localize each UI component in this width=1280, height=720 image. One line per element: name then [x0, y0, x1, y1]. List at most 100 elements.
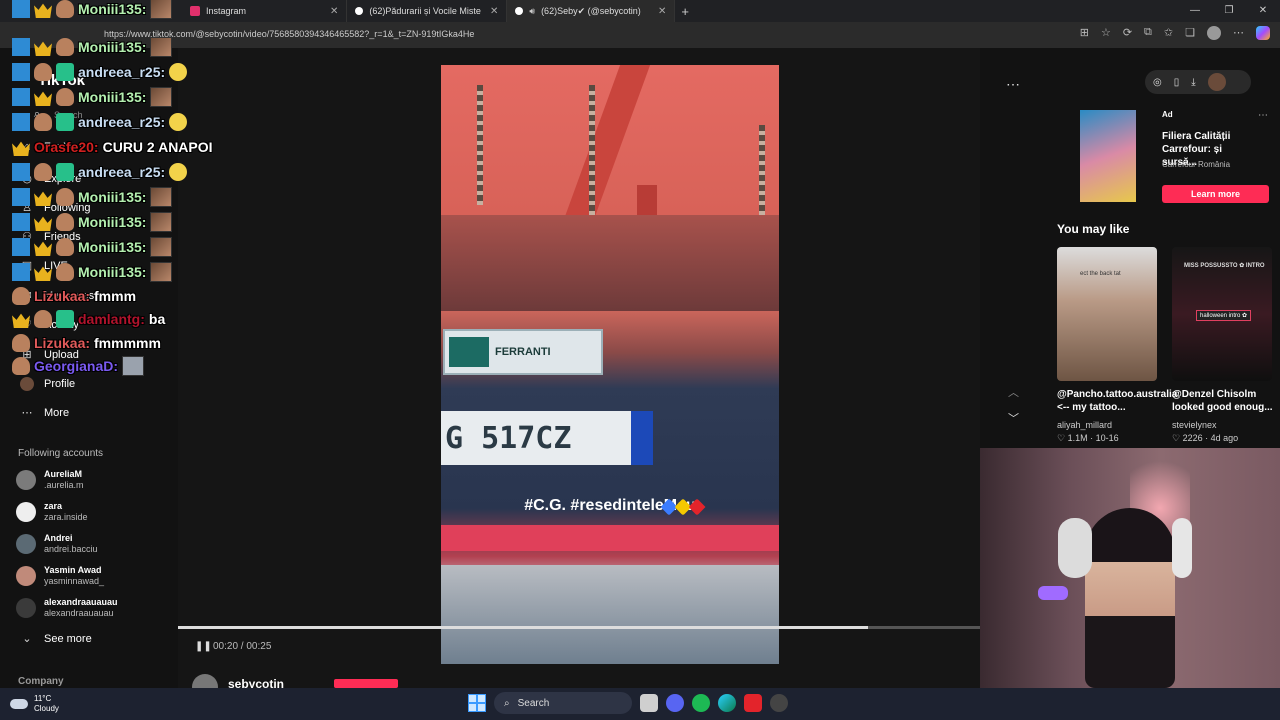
obs-icon[interactable]	[770, 694, 788, 712]
speaker-icon[interactable]: 🔊︎	[529, 6, 535, 17]
rec-overlay-text: ect the back tat	[1080, 271, 1121, 277]
copilot-icon[interactable]	[1256, 26, 1270, 40]
coins-icon[interactable]: ◎	[1153, 77, 1162, 88]
account-handle: alexandraauauau	[44, 608, 114, 618]
more-icon: ⋯	[21, 407, 33, 419]
gift-badge-icon	[56, 163, 74, 181]
chat-message: damlantg: ba	[12, 308, 165, 330]
follow-button[interactable]	[334, 679, 398, 688]
close-icon[interactable]: ✕	[490, 6, 498, 17]
download-icon[interactable]: ⤓	[1191, 77, 1195, 88]
account-name: alexandraauauau	[44, 597, 118, 607]
emote-icon	[150, 237, 173, 257]
emote-icon	[150, 37, 173, 57]
rec-overlay-text: MISS POSSUSSTO ✿ INTRO	[1184, 263, 1265, 269]
close-window-icon[interactable]: ✕	[1246, 0, 1280, 22]
rec-user[interactable]: aliyah_millard	[1057, 420, 1112, 430]
chat-username: andreea_r25:	[78, 164, 166, 180]
video-player[interactable]: FERRANTI G 517CZ #C.G. #resedinteleMeu	[441, 65, 779, 664]
ad-thumbnail[interactable]	[1080, 110, 1136, 202]
following-account[interactable]: zara zara.inside	[16, 501, 88, 523]
video-caption: #C.G. #resedinteleMeu	[441, 497, 779, 515]
edge-icon[interactable]	[718, 694, 736, 712]
windows-start-icon[interactable]	[468, 694, 486, 712]
emote-icon	[150, 212, 173, 232]
favorites-icon[interactable]: ✩	[1164, 26, 1173, 40]
discord-icon[interactable]	[666, 694, 684, 712]
weather-widget[interactable]: 11°C Cloudy	[10, 694, 59, 714]
device-icon[interactable]: ▯	[1174, 77, 1180, 88]
recommended-video-thumbnail[interactable]	[1057, 247, 1157, 381]
crown-badge-icon	[34, 241, 52, 256]
rec-title[interactable]: @Pancho.tattoo.australia <-- my tattoo..…	[1057, 388, 1177, 414]
weather-temp: 11°C	[34, 694, 52, 703]
learn-more-button[interactable]: Learn more	[1162, 185, 1269, 203]
see-more-link[interactable]: ⌄ See more	[20, 632, 91, 646]
rec-user[interactable]: stevielynex	[1172, 420, 1217, 430]
tab-padurarii[interactable]: (62)Pădurarii și Vocile Misterioase ✕	[347, 0, 508, 22]
sub-badge-icon	[34, 310, 52, 328]
sub-badge-icon	[56, 238, 74, 256]
emote-icon	[150, 187, 173, 207]
gift-badge-icon	[56, 310, 74, 328]
rec-title[interactable]: @Denzel Chisolm looked good enoug...	[1172, 388, 1276, 414]
close-icon[interactable]: ✕	[658, 6, 666, 17]
mod-badge-icon	[12, 0, 30, 18]
spotify-icon[interactable]	[692, 694, 710, 712]
video-progress-bar[interactable]	[178, 626, 980, 629]
following-account[interactable]: Yasmin Awad yasminnawad_	[16, 565, 104, 587]
app-icon[interactable]	[744, 694, 762, 712]
sub-badge-icon	[56, 38, 74, 56]
taskbar-search-label: Search	[517, 697, 550, 709]
menu-dots-icon[interactable]: ⋯	[1233, 26, 1244, 40]
extensions-icon[interactable]: ⧉	[1144, 26, 1152, 40]
search-icon: ⌕	[504, 697, 510, 709]
refresh-icon[interactable]: ⟳	[1123, 26, 1132, 40]
you-may-like-heading: You may like	[1057, 222, 1130, 236]
collections-icon[interactable]: ❏	[1185, 26, 1195, 40]
profile-icon	[20, 377, 34, 391]
avatar	[16, 566, 36, 586]
next-video-icon[interactable]: ﹀	[1008, 410, 1019, 426]
chat-message: andreea_r25:	[12, 161, 188, 183]
nav-more[interactable]: ⋯ More	[20, 406, 70, 420]
more-options-icon[interactable]: ⋯	[1006, 76, 1020, 93]
crown-badge-icon	[34, 266, 52, 281]
license-plate: G 517CZ	[441, 411, 631, 465]
chat-message: Orasfe20: CURU 2 ANAPOI	[12, 136, 213, 158]
ferranti-text: FERRANTI	[495, 346, 551, 358]
tab-label: (62)Seby✔ (@sebycotin)'s	[541, 5, 642, 16]
chat-message: Moniii135:	[12, 236, 173, 258]
new-tab-button[interactable]: +	[681, 4, 689, 19]
close-icon[interactable]: ✕	[330, 6, 338, 17]
webcam-overlay	[980, 448, 1280, 688]
following-account[interactable]: AureliaM .aurelia.m	[16, 469, 84, 491]
previous-video-icon[interactable]: ︿	[1008, 384, 1019, 400]
crown-badge-icon	[12, 141, 30, 156]
ad-menu-icon[interactable]: ⋯	[1258, 110, 1268, 121]
avatar	[16, 598, 36, 618]
following-account[interactable]: Andrei andrei.bacciu	[16, 533, 98, 555]
my-avatar[interactable]	[1207, 73, 1226, 91]
taskbar-search[interactable]: ⌕ Search	[494, 692, 632, 714]
file-explorer-icon[interactable]	[640, 694, 658, 712]
truck-bumper	[441, 565, 779, 664]
tiktok-icon	[355, 7, 364, 15]
ad-sponsor: Carrefour România	[1162, 160, 1231, 169]
app-icon[interactable]: ⊞	[1080, 26, 1089, 40]
sub-badge-icon	[12, 357, 30, 375]
restore-icon[interactable]: ❐	[1212, 0, 1246, 22]
following-account[interactable]: alexandraauauau alexandraauauau	[16, 597, 118, 619]
chat-username: Lizukaa:	[34, 335, 91, 351]
taskbar-apps: ⌕ Search	[468, 692, 788, 714]
minimize-icon[interactable]: —	[1178, 0, 1212, 22]
pause-icon[interactable]: ❚❚	[195, 641, 212, 652]
chat-message: Moniii135:	[12, 186, 173, 208]
tab-sebycotin[interactable]: 🔊︎ (62)Seby✔ (@sebycotin)'s ✕	[507, 0, 676, 22]
avatar	[16, 470, 36, 490]
company-link[interactable]: Company	[18, 676, 64, 687]
favorite-star-icon[interactable]: ☆	[1101, 26, 1111, 40]
nav-profile[interactable]: Profile	[20, 377, 75, 391]
profile-avatar-icon[interactable]	[1207, 26, 1221, 40]
following-accounts-heading: Following accounts	[18, 448, 104, 459]
